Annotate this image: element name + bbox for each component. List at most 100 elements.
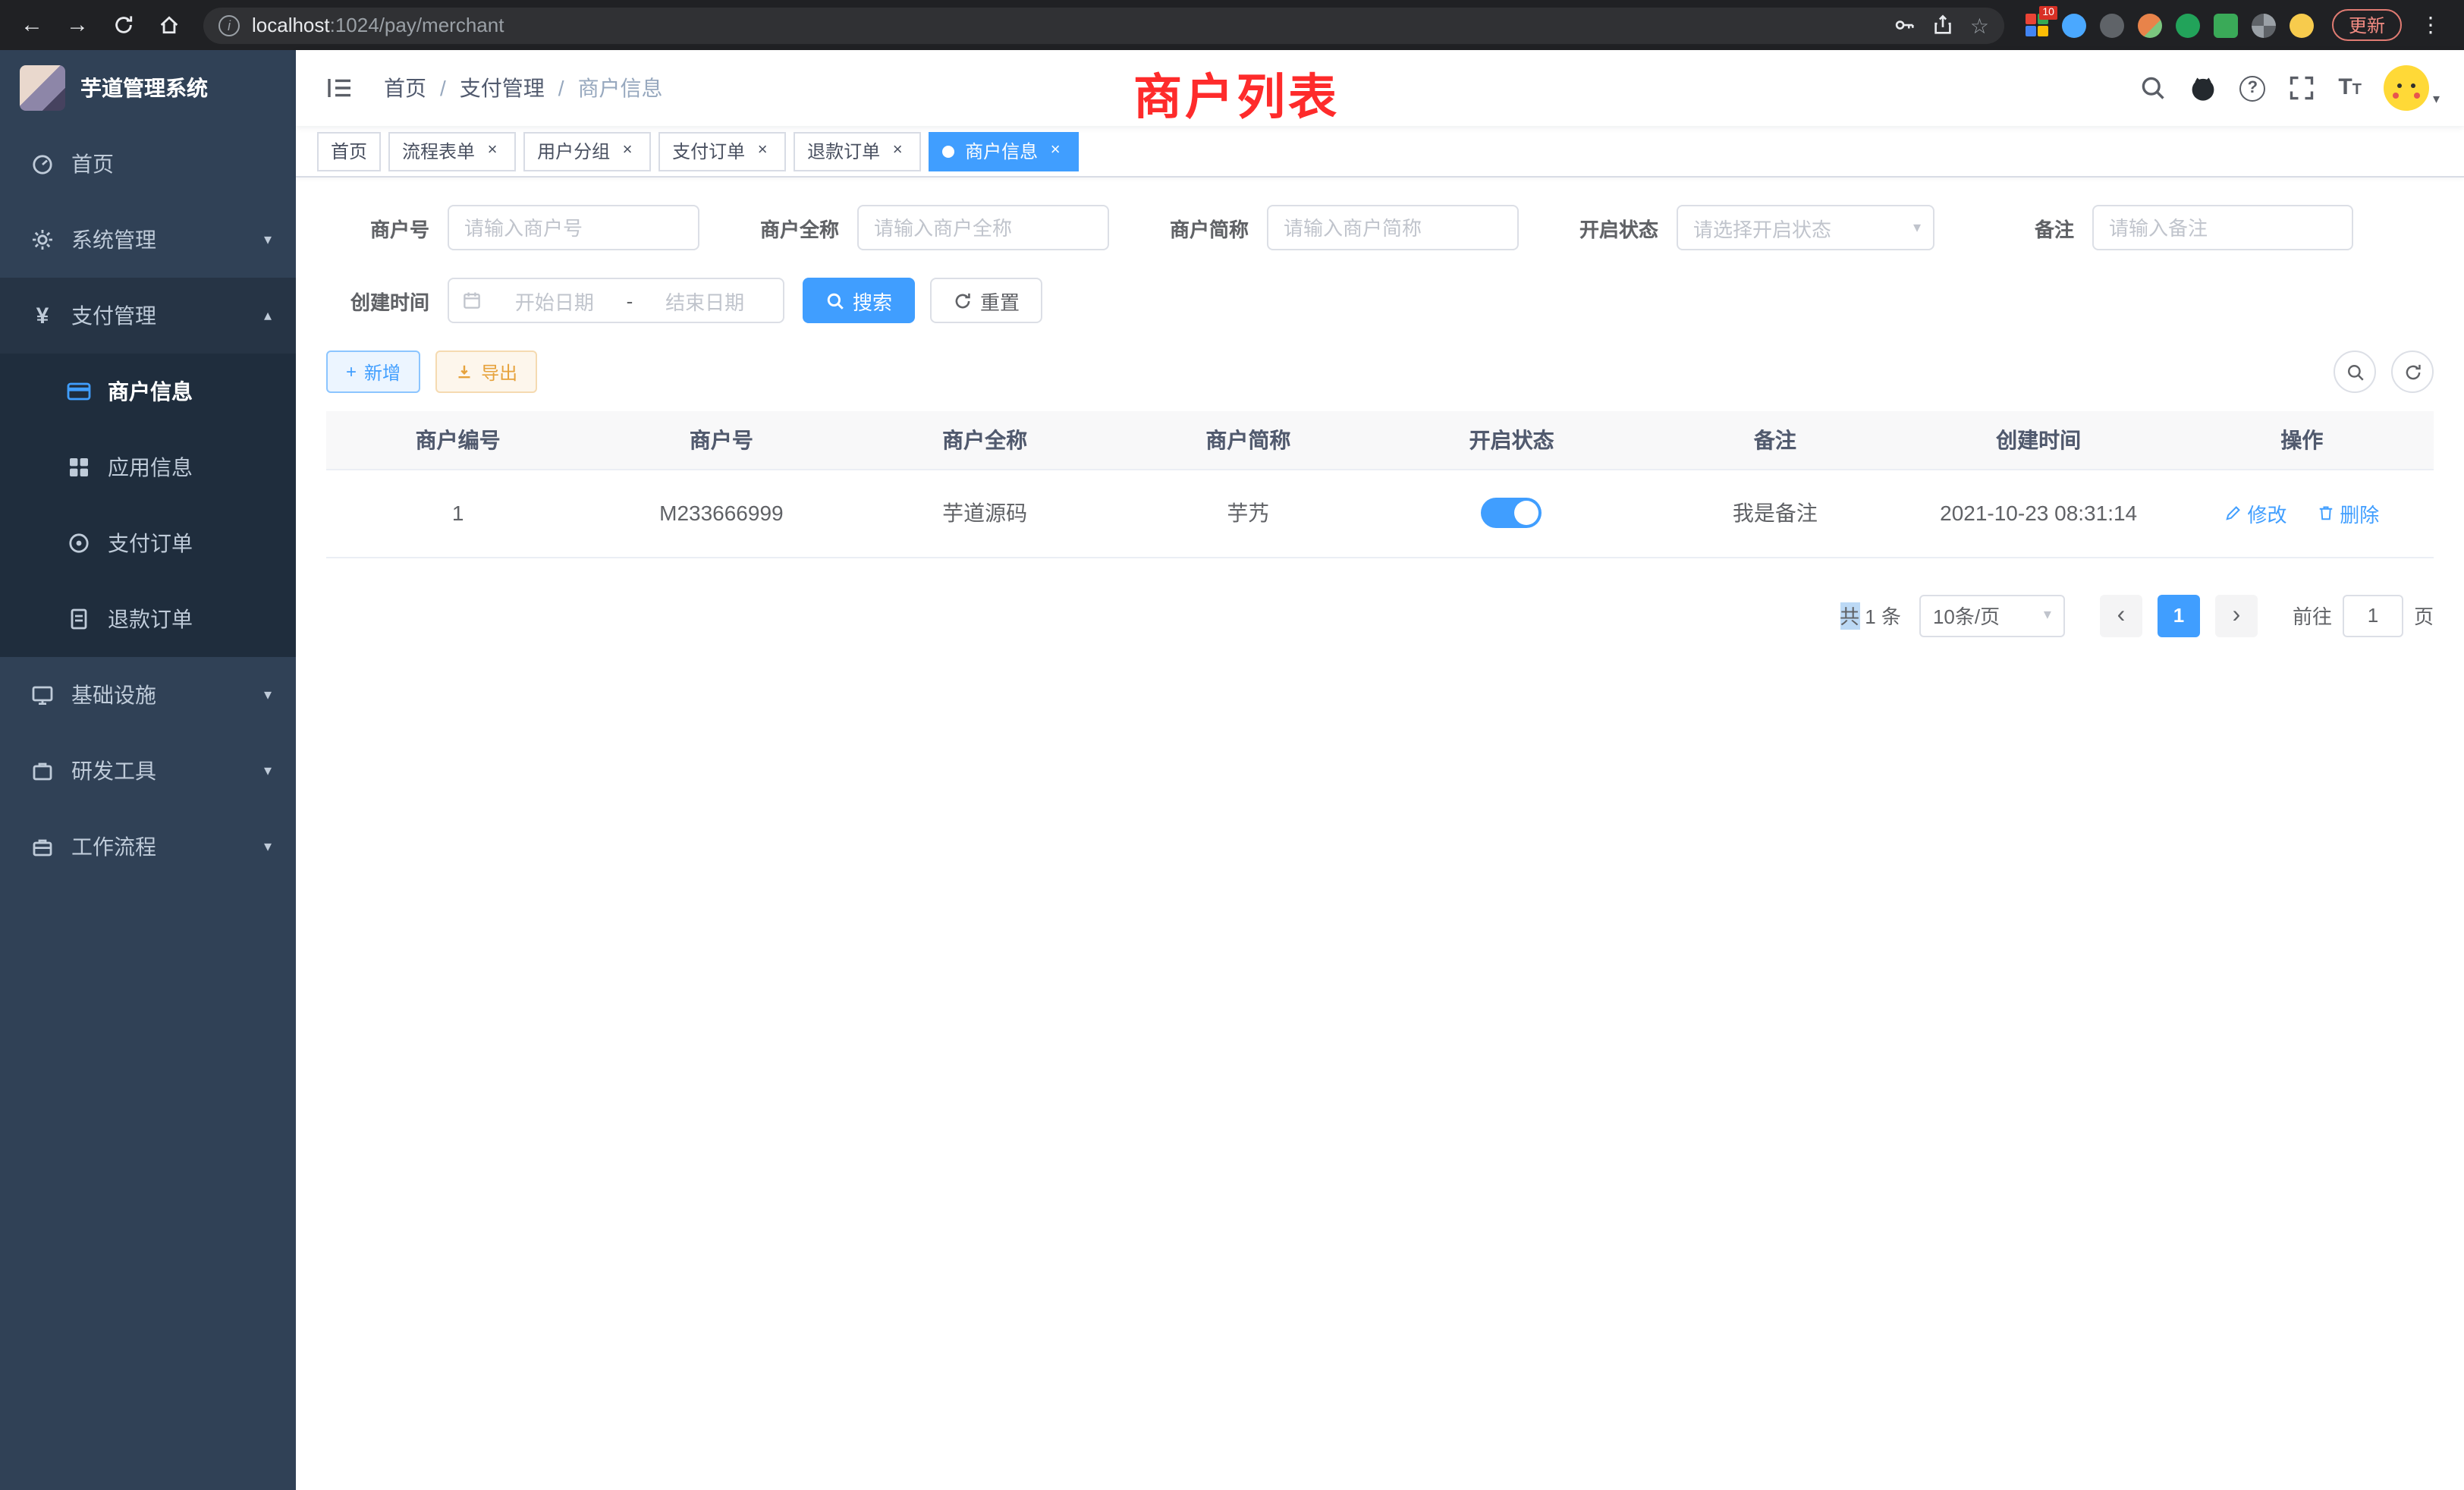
search-button[interactable]: 搜索 xyxy=(803,278,915,323)
reset-button-label: 重置 xyxy=(980,286,1020,315)
extension-orange-icon[interactable] xyxy=(2138,13,2162,37)
sidebar-item-app-info[interactable]: 应用信息 xyxy=(0,429,296,505)
add-button[interactable]: + 新增 xyxy=(326,350,420,393)
pikachu-avatar xyxy=(2384,65,2430,111)
export-button[interactable]: 导出 xyxy=(435,350,537,393)
sidebar-item-label: 商户信息 xyxy=(108,376,193,407)
select-placeholder: 请选择开启状态 xyxy=(1693,213,1831,242)
browser-reload-button[interactable] xyxy=(103,5,143,45)
page-size-value: 10条/页 xyxy=(1933,601,2000,630)
close-icon[interactable]: × xyxy=(753,141,772,161)
sidebar-item-infrastructure[interactable]: 基础设施 ▾ xyxy=(0,657,296,733)
user-avatar[interactable]: ▾ xyxy=(2384,65,2440,111)
fullscreen-icon[interactable] xyxy=(2288,74,2315,102)
remark-input[interactable] xyxy=(2092,205,2353,250)
short-name-input[interactable] xyxy=(1267,205,1519,250)
page-1-button[interactable]: 1 xyxy=(2158,594,2200,637)
browser-back-button[interactable]: ← xyxy=(12,5,52,45)
sidebar-item-label: 工作流程 xyxy=(71,831,156,862)
sidebar-item-dev-tools[interactable]: 研发工具 ▾ xyxy=(0,733,296,809)
payment-submenu: 商户信息 应用信息 支付订单 退款订单 xyxy=(0,354,296,657)
tab-user-group[interactable]: 用户分组× xyxy=(523,131,651,171)
sidebar-item-label: 基础设施 xyxy=(71,680,156,710)
delete-link[interactable]: 删除 xyxy=(2317,498,2379,527)
tab-pay-order[interactable]: 支付订单× xyxy=(658,131,786,171)
sidebar-item-pay-order[interactable]: 支付订单 xyxy=(0,505,296,581)
tab-label: 流程表单 xyxy=(402,138,475,164)
page-size-select[interactable]: 10条/页 ▾ xyxy=(1919,594,2065,637)
main-area: 首页 / 支付管理 / 商户信息 商户列表 ? TT ▾ xyxy=(296,50,2464,1490)
page-info-icon[interactable]: i xyxy=(218,14,240,36)
extension-drop-icon[interactable] xyxy=(2062,13,2086,37)
sidebar-item-home[interactable]: 首页 xyxy=(0,126,296,202)
breadcrumb-home[interactable]: 首页 xyxy=(384,73,426,103)
extension-pinwheel-icon[interactable] xyxy=(2252,13,2276,37)
refresh-table-button[interactable] xyxy=(2391,350,2434,393)
sidebar-item-workflow[interactable]: 工作流程 ▾ xyxy=(0,809,296,885)
browser-update-button[interactable]: 更新 xyxy=(2332,9,2402,41)
close-icon[interactable]: × xyxy=(888,141,907,161)
search-icon xyxy=(2345,362,2365,382)
cell-status xyxy=(1380,469,1643,557)
tab-home[interactable]: 首页 xyxy=(317,131,381,171)
trash-icon xyxy=(2317,504,2335,522)
bookmark-star-icon[interactable]: ☆ xyxy=(1970,14,1989,36)
extension-green-square-icon[interactable] xyxy=(2214,13,2238,37)
pencil-icon xyxy=(2224,504,2242,522)
prev-page-button[interactable]: ‹ xyxy=(2100,594,2142,637)
close-icon[interactable]: × xyxy=(618,141,637,161)
credit-card-icon xyxy=(67,379,91,404)
hamburger-icon[interactable] xyxy=(320,76,360,100)
table-toolbar: + 新增 导出 xyxy=(326,350,2434,393)
status-toggle[interactable] xyxy=(1482,498,1542,528)
goto-page-input[interactable] xyxy=(2343,594,2403,637)
reload-icon xyxy=(112,14,134,36)
sidebar-item-payment[interactable]: ¥ 支付管理 ▴ xyxy=(0,278,296,354)
sidebar-item-label: 退款订单 xyxy=(108,604,193,634)
close-icon[interactable]: × xyxy=(1045,141,1065,161)
tab-merchant-info[interactable]: 商户信息× xyxy=(929,131,1079,171)
delete-label: 删除 xyxy=(2340,498,2379,527)
col-full-name: 商户全称 xyxy=(853,411,1117,469)
top-navbar: 首页 / 支付管理 / 商户信息 商户列表 ? TT ▾ xyxy=(296,50,2464,126)
chevron-down-icon: ▾ xyxy=(2044,607,2051,624)
browser-menu-icon[interactable]: ⋮ xyxy=(2415,12,2446,38)
full-name-input[interactable] xyxy=(857,205,1109,250)
reset-button[interactable]: 重置 xyxy=(930,278,1042,323)
filter-full-name: 商户全称 xyxy=(736,205,1109,250)
app-logo[interactable]: 芋道管理系统 xyxy=(0,50,296,126)
sidebar-item-merchant-info[interactable]: 商户信息 xyxy=(0,354,296,429)
tab-process-form[interactable]: 流程表单 × xyxy=(388,131,516,171)
extension-dark-icon[interactable] xyxy=(2100,13,2124,37)
address-bar[interactable]: i localhost:1024/pay/merchant ☆ xyxy=(203,7,2004,43)
browser-forward-button[interactable]: → xyxy=(58,5,97,45)
filter-short-name: 商户简称 xyxy=(1146,205,1519,250)
filter-merchant-no: 商户号 xyxy=(326,205,699,250)
next-page-button[interactable]: › xyxy=(2215,594,2258,637)
search-icon[interactable] xyxy=(2139,74,2167,102)
edit-link[interactable]: 修改 xyxy=(2224,498,2286,527)
font-size-icon[interactable]: TT xyxy=(2338,76,2362,100)
merchant-no-input[interactable] xyxy=(448,205,699,250)
show-search-toggle-button[interactable] xyxy=(2334,350,2376,393)
grid-tile xyxy=(2038,26,2048,36)
tab-refund-order[interactable]: 退款订单× xyxy=(794,131,921,171)
browser-home-button[interactable] xyxy=(149,5,188,45)
chevron-down-icon: ▾ xyxy=(264,838,272,855)
share-icon[interactable] xyxy=(1932,14,1955,36)
key-icon[interactable] xyxy=(1894,14,1917,36)
create-time-range-picker[interactable]: 开始日期 - 结束日期 xyxy=(448,278,784,323)
browser-profile-avatar[interactable] xyxy=(2290,13,2314,37)
extension-green-circle-icon[interactable] xyxy=(2176,13,2200,37)
grid-icon xyxy=(67,455,91,479)
extension-grid-icon[interactable]: 10 xyxy=(2026,14,2048,36)
status-select[interactable]: 请选择开启状态 ▾ xyxy=(1677,205,1934,250)
breadcrumb-payment[interactable]: 支付管理 xyxy=(460,73,545,103)
github-icon[interactable] xyxy=(2189,74,2217,102)
sidebar-item-refund-order[interactable]: 退款订单 xyxy=(0,581,296,657)
sidebar-item-system[interactable]: 系统管理 ▾ xyxy=(0,202,296,278)
chevron-down-icon: ▾ xyxy=(264,762,272,779)
col-remark: 备注 xyxy=(1643,411,1906,469)
close-icon[interactable]: × xyxy=(482,141,502,161)
help-icon[interactable]: ? xyxy=(2239,75,2265,101)
